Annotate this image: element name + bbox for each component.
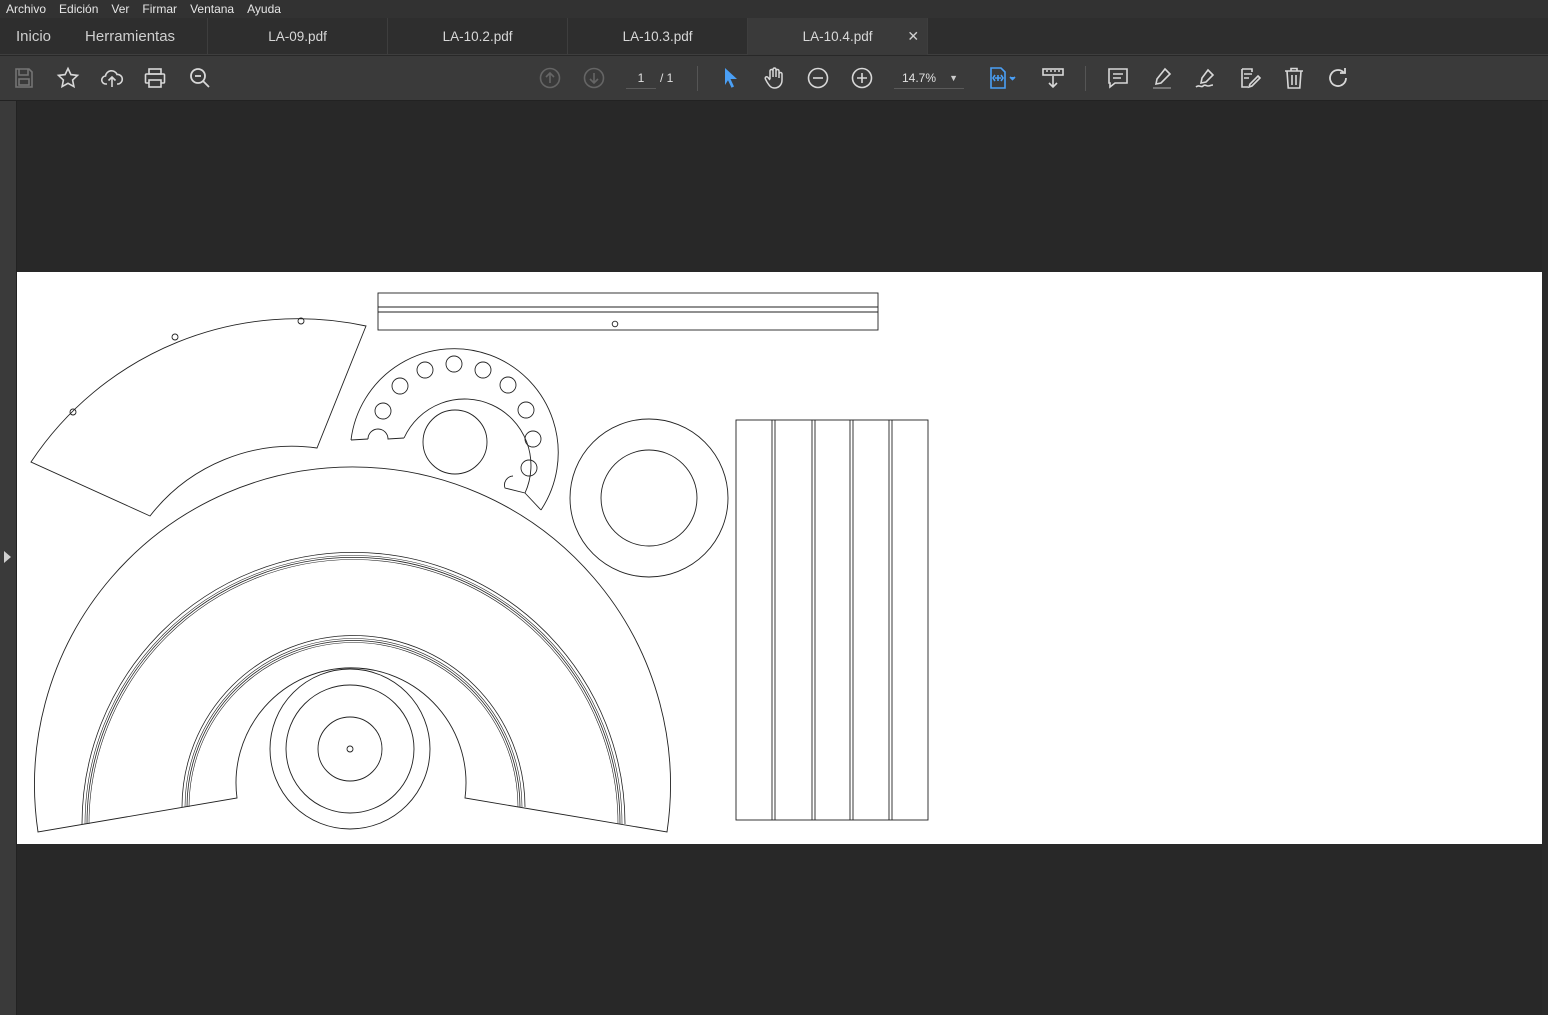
- page-down-icon[interactable]: [580, 64, 608, 92]
- rotate-icon[interactable]: [1324, 64, 1352, 92]
- zoom-level-value: 14.7%: [902, 71, 937, 85]
- page-number-input[interactable]: 1: [626, 67, 656, 89]
- close-tab-icon[interactable]: ✕: [907, 18, 919, 55]
- tab-bar: Inicio Herramientas LA-09.pdf LA-10.2.pd…: [0, 18, 1548, 55]
- select-cursor-icon[interactable]: [716, 64, 744, 92]
- expand-panel-icon[interactable]: [4, 551, 11, 563]
- menu-archivo[interactable]: Archivo: [0, 0, 53, 18]
- strip-part: [377, 292, 879, 331]
- navigation-panel-toggle[interactable]: [0, 101, 17, 1015]
- disc-part: [269, 668, 431, 830]
- document-tab[interactable]: LA-10.3.pdf: [568, 18, 749, 55]
- washer-part: [569, 418, 729, 578]
- toolbar-divider: [1085, 66, 1086, 91]
- document-tab-active[interactable]: LA-10.4.pdf ✕: [748, 18, 929, 55]
- document-tab[interactable]: LA-09.pdf: [208, 18, 389, 55]
- page-count: / 1: [660, 71, 674, 85]
- highlight-icon[interactable]: [1148, 64, 1176, 92]
- perforated-ring-part: [350, 348, 559, 511]
- comment-icon[interactable]: [1104, 64, 1132, 92]
- technical-drawing: [30, 292, 929, 833]
- tab-inicio[interactable]: Inicio: [0, 18, 67, 55]
- tab-herramientas[interactable]: Herramientas: [67, 18, 209, 55]
- menu-ventana[interactable]: Ventana: [184, 0, 241, 18]
- menu-firmar[interactable]: Firmar: [136, 0, 184, 18]
- menu-ayuda[interactable]: Ayuda: [241, 0, 288, 18]
- print-icon[interactable]: [141, 64, 169, 92]
- menu-edicion[interactable]: Edición: [53, 0, 105, 18]
- document-tab-label: LA-09.pdf: [268, 29, 327, 44]
- star-icon[interactable]: [54, 64, 82, 92]
- menu-ver[interactable]: Ver: [105, 0, 136, 18]
- scrollbar-track[interactable]: [1542, 101, 1548, 1015]
- vertical-strips-part: [735, 419, 929, 821]
- document-tab-label: LA-10.2.pdf: [442, 29, 513, 44]
- menu-bar: Archivo Edición Ver Firmar Ventana Ayuda: [0, 0, 1548, 18]
- zoom-in-icon[interactable]: [848, 64, 876, 92]
- page-up-icon[interactable]: [536, 64, 564, 92]
- hand-icon[interactable]: [760, 64, 788, 92]
- document-tab-label: LA-10.3.pdf: [622, 29, 693, 44]
- document-tab[interactable]: LA-10.2.pdf: [388, 18, 569, 55]
- toolbar: 1 / 1 14.7% ▼: [0, 56, 1548, 101]
- chevron-down-icon: ▼: [949, 73, 958, 83]
- edit-text-icon[interactable]: [1236, 64, 1264, 92]
- cloud-upload-icon[interactable]: [98, 64, 126, 92]
- toolbar-divider: [697, 66, 698, 91]
- trash-icon[interactable]: [1280, 64, 1308, 92]
- sector-part: [30, 317, 367, 517]
- pdf-page: [17, 272, 1542, 844]
- zoom-out-icon[interactable]: [804, 64, 832, 92]
- scroll-mode-icon[interactable]: [1039, 64, 1067, 92]
- zoom-level-dropdown[interactable]: 14.7% ▼: [894, 67, 964, 89]
- zoom-search-icon[interactable]: [186, 64, 214, 92]
- fan-part: [34, 466, 671, 833]
- document-tab-label: LA-10.4.pdf: [802, 29, 873, 44]
- save-icon[interactable]: [10, 64, 38, 92]
- sign-icon[interactable]: [1192, 64, 1220, 92]
- document-viewport[interactable]: [17, 101, 1542, 1015]
- fit-page-icon[interactable]: [984, 64, 1020, 92]
